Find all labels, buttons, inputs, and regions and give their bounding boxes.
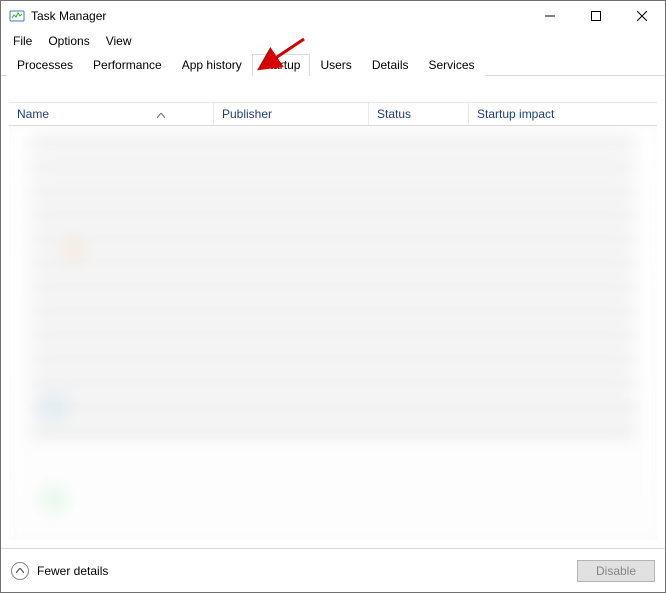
menu-view[interactable]: View: [98, 32, 140, 50]
fewer-details-button[interactable]: Fewer details: [11, 562, 108, 580]
tab-details[interactable]: Details: [362, 54, 419, 76]
fewer-details-label: Fewer details: [37, 564, 108, 578]
tab-performance[interactable]: Performance: [83, 54, 172, 76]
menu-file[interactable]: File: [5, 32, 40, 50]
task-manager-icon: [9, 8, 25, 24]
sort-ascending-icon: [157, 107, 165, 121]
minimize-button[interactable]: [527, 1, 573, 31]
blurred-rows: [9, 126, 657, 540]
tab-startup[interactable]: Startup: [252, 54, 311, 76]
menu-options[interactable]: Options: [40, 32, 97, 50]
startup-list[interactable]: [9, 126, 657, 540]
maximize-button[interactable]: [573, 1, 619, 31]
window-controls: [527, 1, 665, 31]
column-name[interactable]: Name: [9, 103, 214, 125]
window-title: Task Manager: [31, 9, 527, 23]
tab-users[interactable]: Users: [310, 54, 361, 76]
column-publisher[interactable]: Publisher: [214, 103, 369, 125]
column-impact-label: Startup impact: [477, 107, 554, 121]
column-startup-impact[interactable]: Startup impact: [469, 103, 599, 125]
menubar: File Options View: [1, 31, 665, 51]
tabstrip: Processes Performance App history Startu…: [1, 53, 665, 76]
column-status-label: Status: [377, 107, 411, 121]
tab-app-history[interactable]: App history: [172, 54, 252, 76]
disable-button[interactable]: Disable: [577, 560, 655, 582]
close-button[interactable]: [619, 1, 665, 31]
table-header: Name Publisher Status Startup impact: [9, 102, 657, 126]
column-status[interactable]: Status: [369, 103, 469, 125]
column-publisher-label: Publisher: [222, 107, 272, 121]
tab-processes[interactable]: Processes: [7, 54, 83, 76]
column-name-label: Name: [17, 107, 49, 121]
footer: Fewer details Disable: [1, 548, 665, 592]
chevron-up-circle-icon: [11, 562, 29, 580]
content-area: Name Publisher Status Startup impact: [1, 76, 665, 548]
tab-services[interactable]: Services: [419, 54, 485, 76]
titlebar: Task Manager: [1, 1, 665, 31]
